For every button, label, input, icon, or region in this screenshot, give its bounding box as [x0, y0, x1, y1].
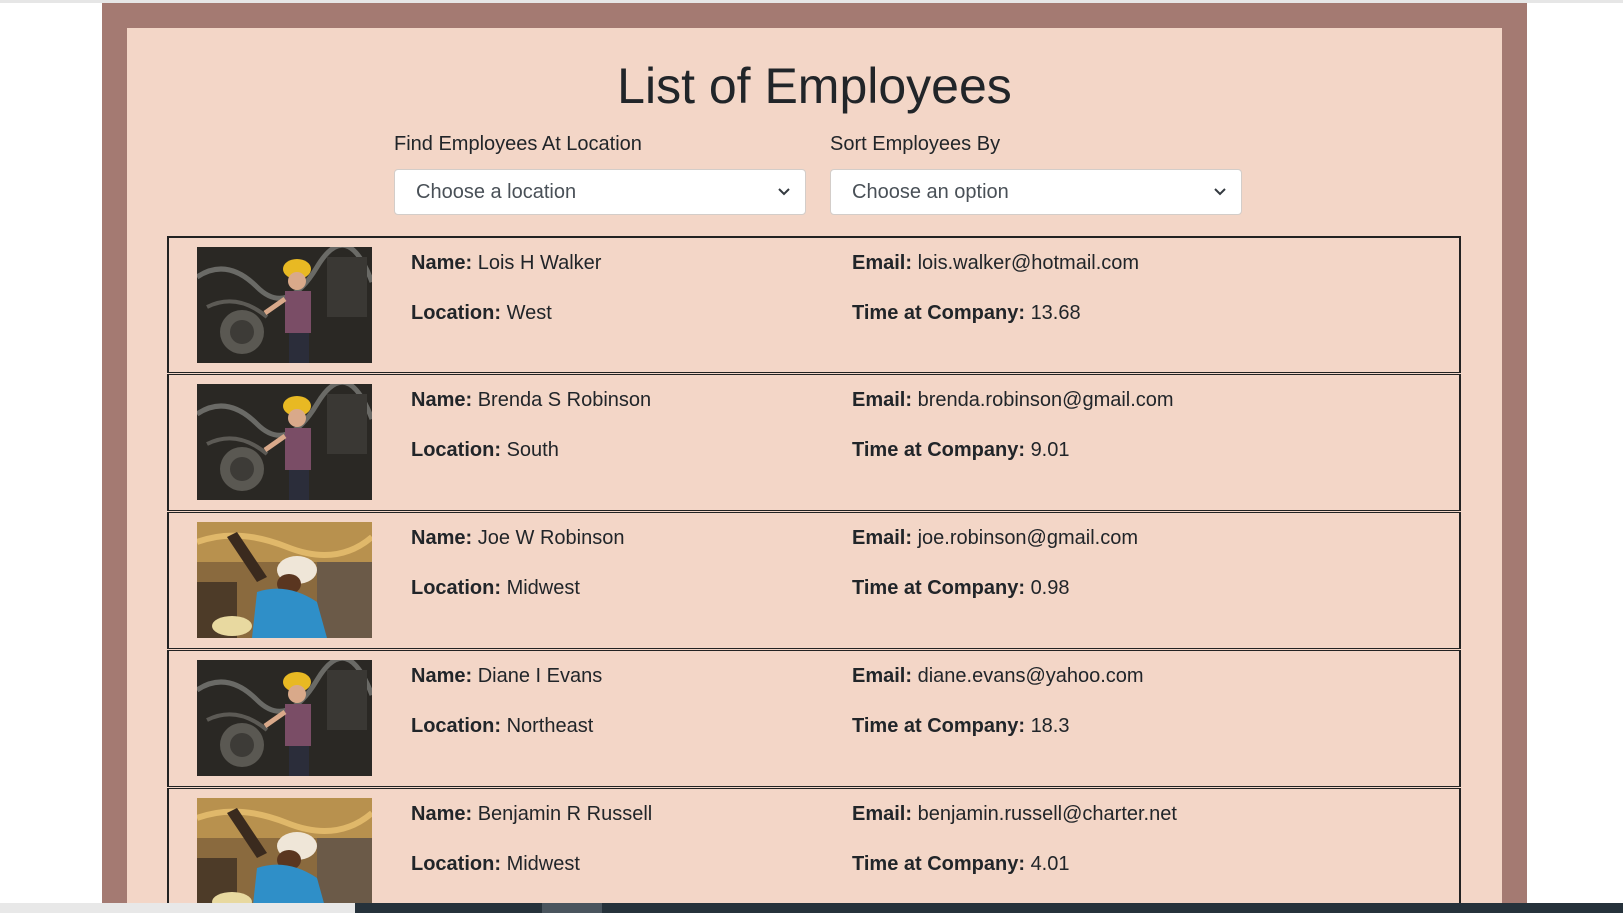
- employee-email-value: diane.evans@yahoo.com: [917, 665, 1144, 687]
- employee-photo: [197, 522, 372, 638]
- employee-email: Email: joe.robinson@gmail.com: [852, 526, 1138, 550]
- employee-row: Name: Joe W Robinson Location: Midwest E…: [167, 512, 1461, 649]
- employee-time: Time at Company: 9.01: [852, 438, 1070, 462]
- location-filter-label: Find Employees At Location: [394, 133, 642, 155]
- horizontal-scrollbar[interactable]: [0, 903, 1623, 913]
- mechanic-photo: [197, 247, 372, 363]
- employee-time-value: 0.98: [1030, 577, 1070, 599]
- employee-location: Location: South: [411, 438, 559, 462]
- employee-name: Name: Brenda S Robinson: [411, 388, 651, 412]
- employee-time-value: 9.01: [1030, 439, 1070, 461]
- employee-location: Location: Northeast: [411, 714, 593, 738]
- employee-time-value: 13.68: [1030, 302, 1081, 324]
- employee-name-value: Brenda S Robinson: [477, 389, 652, 411]
- employee-name-value: Benjamin R Russell: [477, 803, 653, 825]
- employee-name: Name: Diane I Evans: [411, 664, 602, 688]
- employee-location-value: Midwest: [506, 853, 580, 875]
- employee-location-value: Northeast: [506, 715, 594, 737]
- time-label: Time at Company:: [852, 302, 1025, 324]
- page-title: List of Employees: [617, 58, 1012, 114]
- email-label: Email:: [852, 389, 913, 411]
- sort-select[interactable]: Choose an option: [830, 169, 1242, 215]
- name-label: Name:: [411, 389, 473, 411]
- employee-time-value: 4.01: [1030, 853, 1070, 875]
- employee-email: Email: brenda.robinson@gmail.com: [852, 388, 1174, 412]
- time-label: Time at Company:: [852, 439, 1025, 461]
- name-label: Name:: [411, 665, 473, 687]
- sort-filter-label: Sort Employees By: [830, 133, 1001, 155]
- name-label: Name:: [411, 527, 473, 549]
- time-label: Time at Company:: [852, 853, 1025, 875]
- employee-location-value: Midwest: [506, 577, 580, 599]
- employee-photo: [197, 798, 372, 913]
- employee-photo: [197, 247, 372, 363]
- employee-location-value: South: [506, 439, 559, 461]
- worker-photo: [197, 522, 372, 638]
- employee-photo: [197, 660, 372, 776]
- email-label: Email:: [852, 803, 913, 825]
- employee-time: Time at Company: 0.98: [852, 576, 1070, 600]
- employee-location: Location: West: [411, 301, 552, 325]
- employee-email: Email: lois.walker@hotmail.com: [852, 251, 1139, 275]
- name-label: Name:: [411, 803, 473, 825]
- employee-row: Name: Lois H Walker Location: West Email…: [167, 236, 1461, 373]
- employee-time-value: 18.3: [1030, 715, 1070, 737]
- employee-photo: [197, 384, 372, 500]
- employee-name-value: Diane I Evans: [477, 665, 603, 687]
- email-label: Email:: [852, 665, 913, 687]
- location-select[interactable]: Choose a location: [394, 169, 806, 215]
- employee-email-value: joe.robinson@gmail.com: [917, 527, 1138, 549]
- employee-name-value: Joe W Robinson: [477, 527, 625, 549]
- employee-location-value: West: [506, 302, 552, 324]
- location-label: Location:: [411, 302, 501, 324]
- location-select-value: Choose a location: [416, 180, 577, 203]
- employee-name-value: Lois H Walker: [477, 252, 602, 274]
- employee-time: Time at Company: 18.3: [852, 714, 1070, 738]
- employee-email: Email: benjamin.russell@charter.net: [852, 802, 1177, 826]
- location-label: Location:: [411, 439, 501, 461]
- location-label: Location:: [411, 853, 501, 875]
- employee-email-value: lois.walker@hotmail.com: [917, 252, 1140, 274]
- email-label: Email:: [852, 252, 913, 274]
- sort-select-value: Choose an option: [852, 180, 1009, 203]
- employee-list: Name: Lois H Walker Location: West Email…: [167, 236, 1461, 913]
- employee-email-value: brenda.robinson@gmail.com: [917, 389, 1174, 411]
- employee-row: Name: Diane I Evans Location: Northeast …: [167, 650, 1461, 787]
- time-label: Time at Company:: [852, 715, 1025, 737]
- employee-time: Time at Company: 4.01: [852, 852, 1070, 876]
- employee-email: Email: diane.evans@yahoo.com: [852, 664, 1144, 688]
- mechanic-photo: [197, 384, 372, 500]
- location-label: Location:: [411, 577, 501, 599]
- mechanic-photo: [197, 660, 372, 776]
- employee-name: Name: Lois H Walker: [411, 251, 601, 275]
- employee-name: Name: Benjamin R Russell: [411, 802, 652, 826]
- employee-email-value: benjamin.russell@charter.net: [917, 803, 1177, 825]
- location-label: Location:: [411, 715, 501, 737]
- chevron-down-icon: [1214, 188, 1226, 196]
- employee-row: Name: Benjamin R Russell Location: Midwe…: [167, 788, 1461, 913]
- employee-time: Time at Company: 13.68: [852, 301, 1081, 325]
- name-label: Name:: [411, 252, 473, 274]
- employee-row: Name: Brenda S Robinson Location: South …: [167, 374, 1461, 511]
- page-frame: List of Employees Find Employees At Loca…: [102, 3, 1527, 913]
- worker-photo: [197, 798, 372, 913]
- employee-location: Location: Midwest: [411, 576, 580, 600]
- employee-location: Location: Midwest: [411, 852, 580, 876]
- scrollbar-thumb[interactable]: [542, 903, 602, 913]
- employee-name: Name: Joe W Robinson: [411, 526, 624, 550]
- time-label: Time at Company:: [852, 577, 1025, 599]
- content-panel: List of Employees Find Employees At Loca…: [127, 28, 1502, 913]
- chevron-down-icon: [778, 188, 790, 196]
- email-label: Email:: [852, 527, 913, 549]
